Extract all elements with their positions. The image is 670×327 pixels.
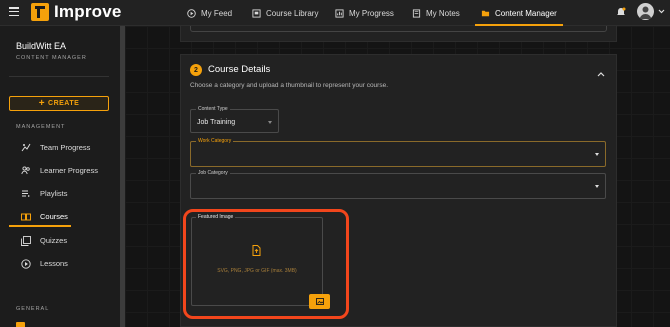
logo-icon bbox=[31, 3, 49, 21]
sidebar-item-label: Lessons bbox=[40, 259, 68, 268]
dropdown-arrow-icon bbox=[595, 153, 599, 156]
sidebar-item-quizzes[interactable]: Quizzes bbox=[9, 232, 109, 249]
field-label: Work Category bbox=[196, 138, 234, 144]
sidebar-item-label: Team Progress bbox=[40, 143, 91, 152]
nav-my-progress[interactable]: My Progress bbox=[335, 0, 394, 26]
plus-icon: + bbox=[38, 97, 46, 109]
field-label: Content Type bbox=[196, 106, 230, 112]
app-name[interactable]: Improve bbox=[54, 2, 122, 22]
sidebar-item-courses[interactable]: Courses bbox=[9, 208, 109, 227]
section-label-management: MANAGEMENT bbox=[16, 124, 66, 130]
bell-icon[interactable] bbox=[616, 7, 626, 18]
courses-icon bbox=[20, 213, 31, 220]
job-category-select[interactable]: Job Category bbox=[190, 170, 606, 199]
folder-icon bbox=[481, 10, 490, 16]
sidebar-item-lessons[interactable]: Lessons bbox=[9, 255, 109, 272]
notes-icon bbox=[412, 8, 421, 18]
content-type-select[interactable]: Content Type Job Training bbox=[190, 106, 279, 133]
avatar[interactable] bbox=[637, 3, 654, 20]
learners-icon bbox=[20, 166, 30, 175]
sidebar-item-label: Learner Progress bbox=[40, 166, 98, 175]
nav-label: Course Library bbox=[266, 8, 319, 18]
work-category-select[interactable]: Work Category bbox=[190, 138, 606, 167]
menu-icon[interactable] bbox=[9, 7, 19, 17]
sidebar-item-playlists[interactable]: Playlists bbox=[9, 185, 109, 202]
playlist-icon bbox=[21, 190, 30, 197]
nav-content-manager[interactable]: Content Manager bbox=[475, 0, 563, 26]
sidebar-item-label: Quizzes bbox=[40, 236, 68, 245]
chart-icon bbox=[335, 8, 344, 18]
org-name: BuildWitt EA bbox=[16, 41, 67, 51]
chevron-down-icon[interactable] bbox=[658, 9, 665, 14]
library-icon bbox=[252, 8, 261, 18]
section-title: Course Details bbox=[208, 64, 271, 75]
sidebar-item-team-progress[interactable]: Team Progress bbox=[9, 139, 109, 156]
nav-label: My Feed bbox=[201, 8, 233, 18]
nav-course-library[interactable]: Course Library bbox=[252, 0, 318, 26]
nav-label: My Notes bbox=[426, 8, 460, 18]
previous-section-card bbox=[180, 26, 617, 42]
team-progress-icon bbox=[21, 143, 30, 152]
sidebar-item-label: Courses bbox=[40, 212, 68, 221]
section-label-general: GENERAL bbox=[16, 306, 50, 312]
field-label: Job Category bbox=[196, 170, 230, 176]
nav-my-feed[interactable]: My Feed bbox=[187, 0, 232, 26]
divider bbox=[9, 76, 109, 77]
content-type-value: Job Training bbox=[197, 119, 236, 126]
chevron-up-icon[interactable] bbox=[597, 72, 605, 77]
user-role: CONTENT MANAGER bbox=[16, 55, 87, 61]
top-bar: Improve My Feed Course Library My Progre… bbox=[0, 0, 670, 26]
create-label: CREATE bbox=[48, 100, 80, 107]
nav-my-notes[interactable]: My Notes bbox=[412, 0, 460, 26]
previous-field[interactable] bbox=[190, 26, 607, 32]
general-item-icon bbox=[16, 322, 25, 327]
highlight-annotation bbox=[183, 209, 349, 319]
step-badge: 2 bbox=[190, 64, 202, 76]
dropdown-arrow-icon bbox=[268, 121, 272, 124]
create-button[interactable]: + CREATE bbox=[9, 96, 109, 111]
lessons-icon bbox=[20, 258, 31, 269]
sidebar-item-learner-progress[interactable]: Learner Progress bbox=[9, 162, 109, 179]
section-description: Choose a category and upload a thumbnail… bbox=[190, 82, 389, 89]
nav-label: My Progress bbox=[349, 8, 394, 18]
play-circle-icon bbox=[187, 8, 196, 18]
dropdown-arrow-icon bbox=[595, 185, 599, 188]
nav-label: Content Manager bbox=[495, 8, 557, 18]
quizzes-icon bbox=[20, 235, 31, 246]
sidebar-item-label: Playlists bbox=[40, 189, 68, 198]
